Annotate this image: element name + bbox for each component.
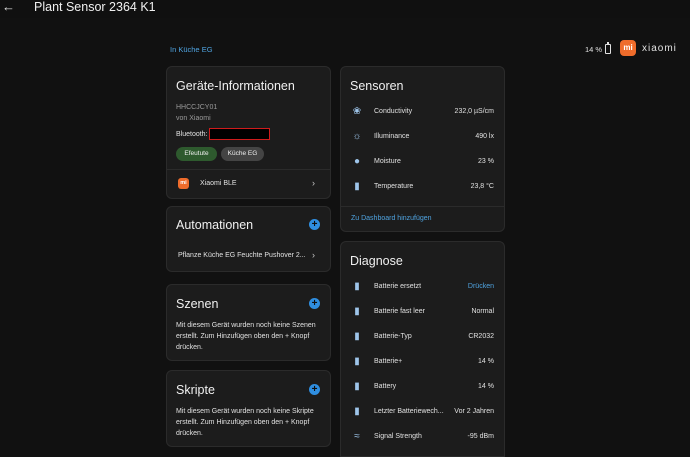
area-chip[interactable]: Küche EG [221,147,264,161]
add-automation-icon[interactable]: + [309,219,320,230]
sensor-label: Conductivity [374,108,413,115]
battery-type-icon: ▮ [354,331,360,342]
card-title: Szenen [176,297,219,311]
chevron-right-icon[interactable]: › [312,178,315,188]
diagnose-label: Batterie ersetzt [374,283,422,290]
redacted-bluetooth-address [209,128,270,140]
scenes-card: Szenen + Mit diesem Gerät wurden noch ke… [166,284,331,361]
sensor-row-conductivity[interactable]: ❀ Conductivity 232,0 µS/cm [341,100,504,125]
sensor-row-temperature[interactable]: ▮ Temperature 23,8 °C [341,175,504,200]
diagnose-value: Vor 2 Jahren [454,408,494,415]
diagnose-value: Normal [471,308,494,315]
device-manufacturer: von Xiaomi [176,115,211,122]
bluetooth-label: Bluetooth: [176,131,208,138]
wifi-icon: ≈ [354,431,360,442]
card-title: Automationen [176,218,254,232]
press-button[interactable]: Drücken [468,283,494,290]
xiaomi-icon: mi [178,178,189,189]
sensor-value: 232,0 µS/cm [454,108,494,115]
diagnose-value: CR2032 [468,333,494,340]
diagnose-value: -95 dBm [467,433,494,440]
diagnose-row-signal-strength[interactable]: ≈ Signal Strength -95 dBm [341,425,504,450]
diagnose-label: Letzter Batteriewech... [374,408,444,415]
diagnose-label: Batterie-Typ [374,333,412,340]
sensor-value: 490 lx [475,133,494,140]
card-title: Geräte-Informationen [176,79,295,93]
sprout-icon: ❀ [352,106,362,117]
battery-sync-icon: ▮ [354,281,360,292]
area-link[interactable]: In Küche EG [170,45,213,54]
battery-icon [605,42,612,54]
label-chip[interactable]: Efeutute [176,147,217,161]
page-title: Plant Sensor 2364 K1 [34,0,156,14]
battery-alert-icon: ▮ [354,306,360,317]
add-to-dashboard-link[interactable]: Zu Dashboard hinzufügen [351,215,432,222]
sensor-label: Illuminance [374,133,410,140]
diagnose-label: Batterie+ [374,358,403,365]
card-title: Diagnose [350,254,403,268]
diagnose-value: 14 % [478,383,494,390]
card-title: Skripte [176,383,215,397]
diagnose-row-battery-replaced[interactable]: ▮ Batterie ersetzt Drücken [341,275,504,300]
diagnose-row-battery-plus[interactable]: ▮ Batterie+ 14 % [341,350,504,375]
sensor-label: Temperature [374,183,414,190]
battery-value: 14 % [585,44,603,54]
diagnose-label: Battery [374,383,397,390]
diagnose-row-battery-low[interactable]: ▮ Batterie fast leer Normal [341,300,504,325]
thermometer-icon: ▮ [354,181,360,192]
add-script-icon[interactable]: + [309,384,320,395]
scripts-empty-text: Mit diesem Gerät wurden noch keine Skrip… [176,408,314,437]
integration-label[interactable]: Xiaomi BLE [200,180,237,187]
diagnose-label: Batterie fast leer [374,308,425,315]
diagnose-card: Diagnose ▮ Batterie ersetzt Drücken ▮ Ba… [340,241,505,457]
scripts-card: Skripte + Mit diesem Gerät wurden noch k… [166,370,331,447]
divider [167,169,330,170]
water-drop-icon: ● [353,156,361,167]
battery-icon: ▮ [354,356,360,367]
battery-indicator: 14 % [585,42,612,54]
brightness-icon: ☼ [352,131,362,142]
automation-item[interactable]: Pflanze Küche EG Feuchte Pushover 2... [178,252,306,259]
sensors-card: Sensoren ❀ Conductivity 232,0 µS/cm ☼ Il… [340,66,505,232]
brand-name: xiaomi [642,43,677,54]
sensor-value: 23,8 °C [470,183,494,190]
battery-icon: ▮ [354,381,360,392]
sensor-row-moisture[interactable]: ● Moisture 23 % [341,150,504,175]
xiaomi-logo: mi [620,40,636,56]
device-model: HHCCJCY01 [176,104,218,111]
diagnose-label: Signal Strength [374,433,422,440]
diagnose-row-battery[interactable]: ▮ Battery 14 % [341,375,504,400]
scenes-empty-text: Mit diesem Gerät wurden noch keine Szene… [176,322,316,351]
sensor-value: 23 % [478,158,494,165]
device-info-card: Geräte-Informationen HHCCJCY01 von Xiaom… [166,66,331,199]
diagnose-value: 14 % [478,358,494,365]
arrow-left-icon[interactable]: ← [2,0,16,14]
divider [341,206,504,207]
diagnose-row-battery-type[interactable]: ▮ Batterie-Typ CR2032 [341,325,504,350]
top-app-bar: ← Plant Sensor 2364 K1 [0,0,690,18]
diagnose-row-last-battery-change[interactable]: ▮ Letzter Batteriewech... Vor 2 Jahren [341,400,504,425]
sensor-row-illuminance[interactable]: ☼ Illuminance 490 lx [341,125,504,150]
battery-clock-icon: ▮ [354,406,360,417]
automations-card: Automationen + Pflanze Küche EG Feuchte … [166,206,331,272]
add-scene-icon[interactable]: + [309,298,320,309]
chevron-right-icon[interactable]: › [312,250,315,260]
sensor-label: Moisture [374,158,401,165]
card-title: Sensoren [350,79,404,93]
